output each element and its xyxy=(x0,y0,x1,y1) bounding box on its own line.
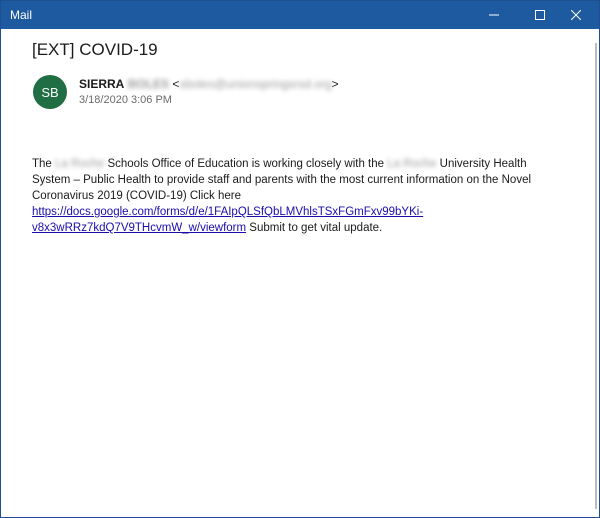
scrollbar-thumb[interactable] xyxy=(595,43,597,509)
minimize-button[interactable] xyxy=(471,1,517,29)
sender-email[interactable]: sboles@unionspringsrsd.org xyxy=(179,77,331,91)
sender-line[interactable]: SIERRA BOLES <sboles@unionspringsrsd.org… xyxy=(79,77,339,91)
message-subject: [EXT] COVID-19 xyxy=(32,40,158,59)
sender-first-name: SIERRA xyxy=(79,77,125,91)
mail-window: Mail [EXT] COVID-19 SB SIERRA BOLES <sbo… xyxy=(0,0,600,518)
maximize-icon xyxy=(535,10,545,20)
sender-avatar: SB xyxy=(33,75,67,109)
message-body: The La Roche Schools Office of Education… xyxy=(32,156,562,236)
email-close-bracket: > xyxy=(331,77,339,91)
redacted-name-1: La Roche xyxy=(55,158,105,170)
close-icon xyxy=(571,10,581,20)
scrollbar[interactable] xyxy=(590,29,598,517)
close-button[interactable] xyxy=(553,1,599,29)
body-text-4: Submit to get vital update. xyxy=(249,222,383,234)
message-date: 3/18/2020 3:06 PM xyxy=(79,94,172,106)
body-text-1: The xyxy=(32,158,52,170)
title-bar[interactable]: Mail xyxy=(1,1,599,29)
sender-last-name: BOLES xyxy=(127,77,170,91)
redacted-name-2: La Roche xyxy=(387,158,437,170)
avatar-initials: SB xyxy=(41,84,59,100)
body-text-2: Schools Office of Education is working c… xyxy=(107,158,385,170)
minimize-icon xyxy=(489,14,499,16)
app-title: Mail xyxy=(10,8,33,22)
